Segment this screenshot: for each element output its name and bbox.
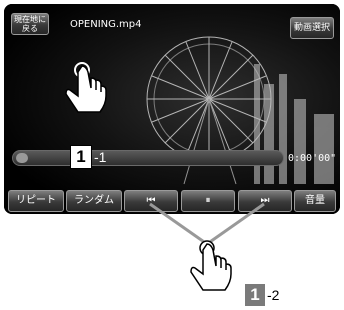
tap-hand-icon	[190, 240, 232, 291]
callout-number: 1	[245, 284, 265, 306]
callout-step-1-1: 1 -1	[70, 145, 106, 169]
callout-number: 1	[70, 145, 92, 169]
pointer-line-next	[206, 202, 265, 246]
instruction-overlay	[65, 62, 265, 291]
callout-step-1-2: 1 -2	[245, 284, 279, 306]
pointer-line-prev	[149, 202, 208, 246]
callout-suffix: -1	[94, 149, 107, 165]
callout-suffix: -2	[267, 287, 280, 303]
tap-hand-icon	[65, 62, 107, 113]
